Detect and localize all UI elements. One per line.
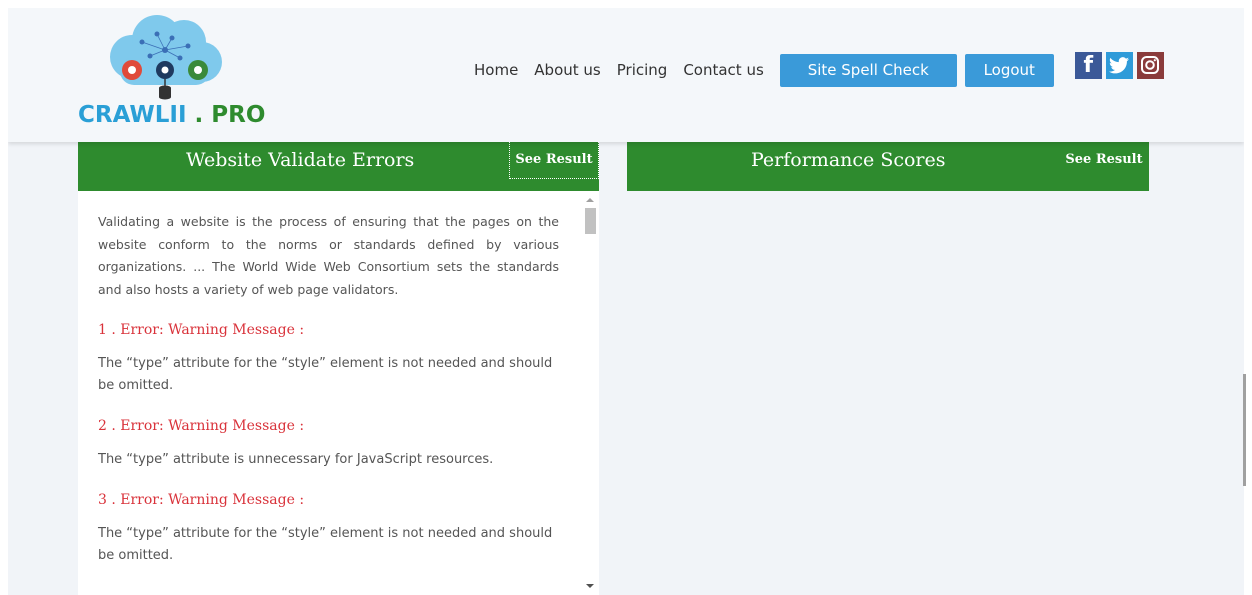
- cloud-network-database-icon: [110, 15, 222, 100]
- page: CRAWLII . PRO Home About us Pricing Cont…: [8, 8, 1244, 595]
- nav-contact-us[interactable]: Contact us: [683, 61, 763, 79]
- validate-errors-title: Website Validate Errors: [186, 149, 415, 171]
- panel-scrollbar[interactable]: [582, 191, 599, 595]
- facebook-icon[interactable]: f: [1074, 51, 1102, 79]
- validate-errors-panel-body[interactable]: Validating a website is the process of e…: [78, 191, 599, 595]
- error-message-1: The “type” attribute for the “style” ele…: [98, 356, 553, 393]
- site-logo[interactable]: CRAWLII . PRO: [78, 12, 288, 136]
- error-title-3: 3 . Error: Warning Message :: [98, 492, 305, 508]
- performance-scores-title: Performance Scores: [751, 149, 946, 171]
- logo-text-part2: PRO: [211, 102, 266, 128]
- instagram-icon[interactable]: [1136, 51, 1164, 79]
- error-title-1: 1 . Error: Warning Message :: [98, 322, 305, 338]
- logo-text: CRAWLII . PRO: [78, 102, 265, 128]
- nav-home[interactable]: Home: [474, 61, 518, 79]
- site-header: CRAWLII . PRO Home About us Pricing Cont…: [8, 8, 1244, 142]
- logo-text-separator: .: [186, 102, 212, 128]
- nav-about-us[interactable]: About us: [534, 61, 600, 79]
- logo-text-part1: CRAWLII: [78, 102, 187, 128]
- nav-pricing[interactable]: Pricing: [617, 61, 668, 79]
- social-links: f: [1074, 51, 1164, 79]
- error-title-2: 2 . Error: Warning Message :: [98, 418, 305, 434]
- scroll-down-arrow-icon[interactable]: [586, 584, 594, 588]
- page-scroll-thumb[interactable]: [1243, 374, 1246, 486]
- panel-scroll-thumb[interactable]: [585, 208, 596, 234]
- validate-errors-panel-header: Website Validate Errors See Result: [78, 141, 599, 191]
- performance-see-result-button[interactable]: See Result: [1059, 141, 1149, 179]
- twitter-icon[interactable]: [1105, 51, 1133, 79]
- performance-panel-header: Performance Scores See Result: [627, 141, 1149, 191]
- site-spell-check-button[interactable]: Site Spell Check: [779, 53, 957, 87]
- validate-errors-content: Validating a website is the process of e…: [98, 211, 559, 567]
- main-nav: Home About us Pricing Contact us Site Sp…: [474, 51, 1164, 87]
- error-message-2: The “type” attribute is unnecessary for …: [98, 452, 494, 467]
- error-message-3: The “type” attribute for the “style” ele…: [98, 526, 553, 563]
- scroll-up-arrow-icon[interactable]: [586, 198, 594, 202]
- logout-button[interactable]: Logout: [964, 53, 1054, 87]
- validate-see-result-button[interactable]: See Result: [509, 141, 599, 179]
- validate-intro-text: Validating a website is the process of e…: [98, 214, 559, 297]
